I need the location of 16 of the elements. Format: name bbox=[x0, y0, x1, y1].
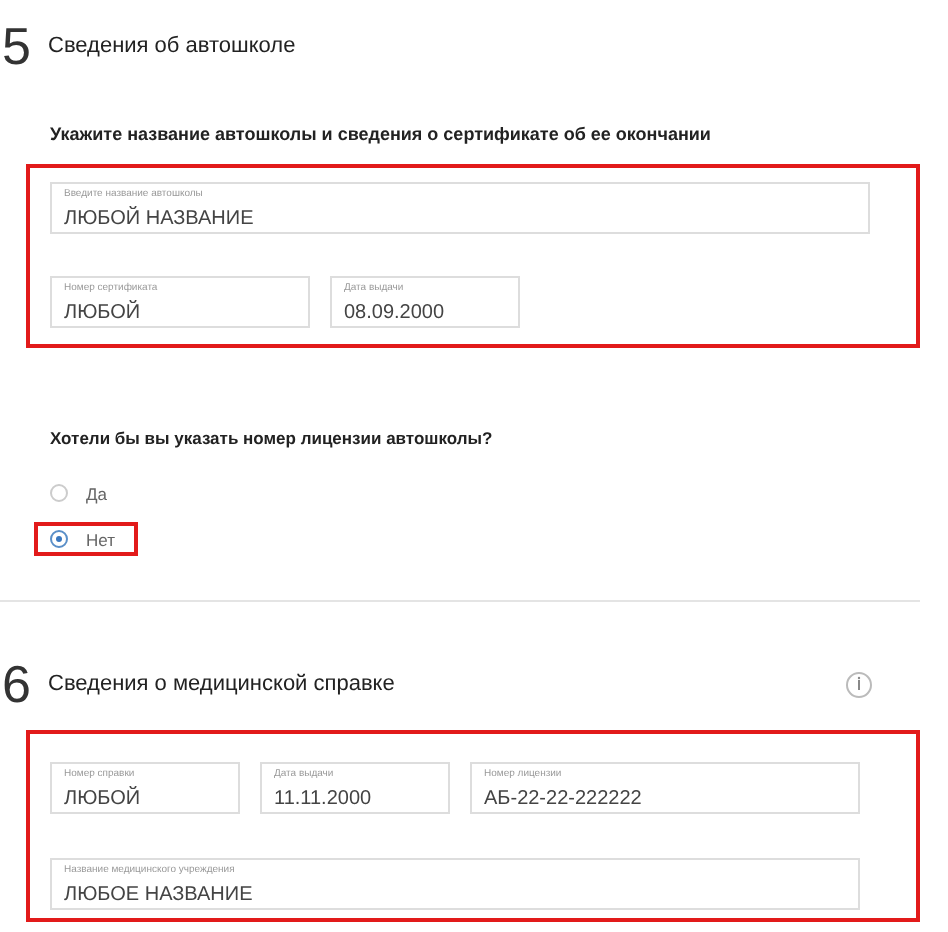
info-icon[interactable] bbox=[846, 671, 872, 697]
field-value: 08.09.2000 bbox=[344, 302, 447, 324]
section-title: Сведения об автошколе bbox=[48, 34, 296, 58]
section-number: 5 bbox=[2, 16, 32, 76]
field-value: АБ-22-22-222222 bbox=[484, 788, 644, 810]
radio-option[interactable]: Да bbox=[34, 476, 138, 510]
section-title: Сведения о медицинской справке bbox=[48, 672, 395, 696]
section-number: 6 bbox=[2, 654, 32, 714]
radio-option[interactable]: Нет bbox=[34, 522, 138, 556]
field-value: ЛЮБОЙ bbox=[64, 302, 143, 324]
question-text: Хотели бы вы указать номер лицензии автошколы? bbox=[50, 428, 495, 448]
field-value: ЛЮБОЕ НАЗВАНИЕ bbox=[64, 884, 255, 906]
field-value: 11.11.2000 bbox=[274, 788, 374, 810]
field-value: ЛЮБОЙ НАЗВАНИЕ bbox=[64, 208, 256, 230]
section-subtitle: Укажите название автошколы и сведения о сертификате об ее окончании bbox=[50, 124, 713, 144]
field-value: ЛЮБОЙ bbox=[64, 788, 143, 810]
